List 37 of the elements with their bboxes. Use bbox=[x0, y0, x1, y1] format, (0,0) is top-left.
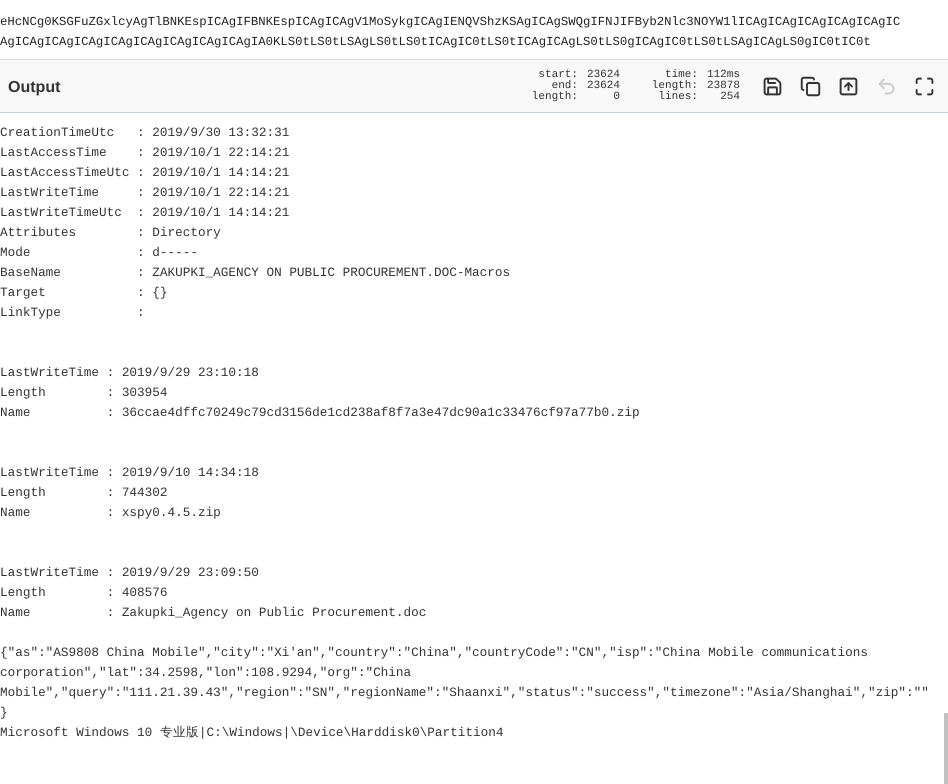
stat-value: 23624 bbox=[586, 80, 620, 92]
stat-label: length: bbox=[530, 92, 578, 102]
stat-label: length: bbox=[650, 80, 698, 92]
output-line: BaseName : ZAKUPKI_AGENCY ON PUBLIC PROCUREMENT.DOC-Macros bbox=[0, 264, 510, 282]
json-response-text: {"as":"AS9808 China Mobile","city":"Xi'an","country":"China","countryCode":"CN","isp":"China Mobile communications corporation","lat":34.2598,"lon":108.9294,"org":"China Mobile","query":"111.21.39.43","region":"SN","regionName":"Shaanxi","status":"success","timezone":"Asia/Shanghai","zip":"" } bbox=[0, 644, 930, 722]
stat-label: lines: bbox=[657, 92, 698, 102]
output-line: Length : 303954 bbox=[0, 384, 168, 402]
stat-value: 112ms bbox=[706, 70, 740, 80]
input-line: AgICAgICAgICAgICAgICAgICAgICAgICAgIA0KLS0tLS0tLSAgLS0tLS0tICAgIC0tLS0tICAgICAgLS0tLS0gICAgIC0tLS0tLSAgICAgLS0gIC0tIC0t bbox=[0, 34, 871, 51]
output-title: Output bbox=[8, 78, 60, 98]
output-line: LastWriteTime : 2019/9/10 14:34:18 bbox=[0, 464, 259, 482]
stat-label: time: bbox=[664, 70, 698, 80]
copy-icon[interactable] bbox=[798, 74, 822, 98]
output-line: LastWriteTimeUtc : 2019/10/1 14:14:21 bbox=[0, 204, 290, 222]
output-line: Mode : d----- bbox=[0, 244, 198, 262]
output-line: Attributes : Directory bbox=[0, 224, 221, 242]
stat-value: 23878 bbox=[706, 80, 740, 92]
stat-value: 254 bbox=[719, 92, 740, 102]
stat-label: end: bbox=[552, 80, 578, 92]
output-line: Name : Zakupki_Agency on Public Procurement.doc bbox=[0, 604, 426, 622]
output-line: CreationTimeUtc : 2019/9/30 13:32:31 bbox=[0, 124, 290, 142]
output-line: LastWriteTime : 2019/10/1 22:14:21 bbox=[0, 184, 290, 202]
output-line: Length : 744302 bbox=[0, 484, 168, 502]
stat-value: 0 bbox=[612, 92, 620, 102]
output-line: Target : {} bbox=[0, 284, 168, 302]
system-info-line: Microsoft Windows 10 专业版|C:\Windows|\Device\Harddisk0\Partition4 bbox=[0, 724, 504, 742]
output-line: LastAccessTimeUtc : 2019/10/1 14:14:21 bbox=[0, 164, 290, 182]
stat-value: 23624 bbox=[586, 70, 620, 80]
output-line: Name : 36ccae4dffc70249c79cd3156de1cd238af8f7a3e47dc90a1c33476cf97a77b0.zip bbox=[0, 404, 640, 422]
output-line: LastAccessTime : 2019/10/1 22:14:21 bbox=[0, 144, 290, 162]
output-line: Length : 408576 bbox=[0, 584, 168, 602]
output-line: LastWriteTime : 2019/9/29 23:09:50 bbox=[0, 564, 259, 582]
input-line: eHcNCg0KSGFuZGxlcyAgTlBNKEspICAgIFBNKEspICAgICAgV1MoSykgICAgIENQVShzKSAgICAgSWQgIFNJIFByb2Nlc3NOYW1lICAgICAgICAgICAgICAgIC bbox=[0, 14, 900, 31]
output-line: Name : xspy0.4.5.zip bbox=[0, 504, 221, 522]
output-line: LinkType : bbox=[0, 304, 145, 322]
stat-label: start: bbox=[537, 70, 578, 80]
output-line: LastWriteTime : 2019/9/29 23:10:18 bbox=[0, 364, 259, 382]
